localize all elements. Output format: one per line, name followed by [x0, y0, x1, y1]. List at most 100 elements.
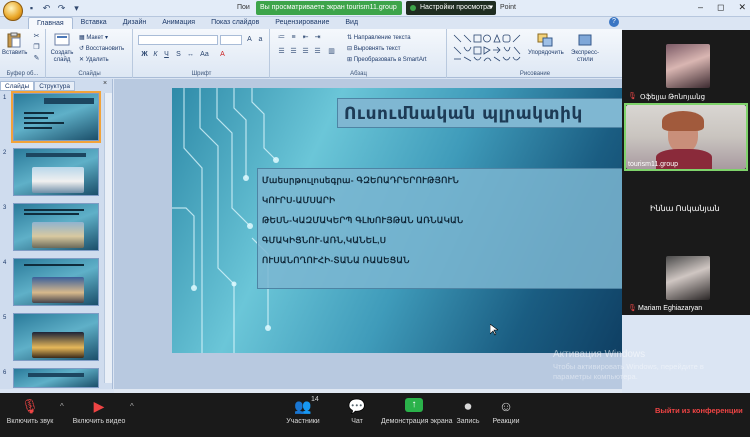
font-color-icon[interactable]: A	[218, 51, 227, 59]
smartart-label: Преобразовать в SmartArt	[353, 57, 427, 63]
slide-editor: Ուսումնական պլրակտիկ Մաեսրթուլոսեգրա- ԳԶ…	[114, 79, 622, 389]
slide-thumbnail-4[interactable]: 4	[0, 258, 113, 310]
italic-icon[interactable]: К	[151, 51, 160, 59]
title-bar: ▪ ↶ ↷ ▾ Пои Point Вы просматриваете экра…	[0, 0, 750, 21]
close-icon[interactable]: ✕	[738, 2, 746, 13]
status-dot-icon	[410, 5, 416, 11]
copy-icon[interactable]: ❐	[32, 44, 41, 52]
justify-icon[interactable]: ☰	[313, 48, 322, 56]
windows-activation-text: Чтобы активировать Windows, перейдите в …	[553, 362, 704, 381]
arrange-button[interactable]: Упорядочить	[528, 32, 564, 57]
align-text-button[interactable]: ⊟ Выровнять текст	[347, 45, 400, 52]
tab-insert[interactable]: Вставка	[73, 17, 115, 29]
align-center-icon[interactable]: ☰	[289, 48, 298, 56]
reactions-icon: ☺	[498, 398, 514, 414]
participant-name: Mariam Eghiazaryan	[638, 305, 703, 312]
unmute-button[interactable]: 🎙 Включить звук	[6, 398, 54, 425]
participants-label: Участники	[286, 418, 320, 425]
columns-icon[interactable]: ▥	[327, 48, 336, 56]
align-left-icon[interactable]: ☰	[277, 48, 286, 56]
tab-outline[interactable]: Структура	[34, 81, 76, 91]
slide-number: 4	[3, 260, 7, 266]
smartart-button[interactable]: ⊞ Преобразовать в SmartArt	[347, 56, 426, 63]
window-controls: – ◻ ✕	[698, 2, 746, 13]
chat-label: Чат	[351, 418, 363, 425]
font-group: A a Ж К Ч S ↔ Аа A Шрифт	[134, 29, 270, 78]
spacing-icon[interactable]: ↔	[186, 51, 195, 59]
mic-off-icon: 🎙	[21, 398, 39, 414]
participant-tile[interactable]: Իննա Ոսկանյան	[624, 173, 748, 243]
slide-thumbnail-6[interactable]: 6	[0, 368, 113, 388]
slide-thumbnail-image	[11, 91, 101, 143]
slide-number: 2	[3, 150, 7, 156]
change-case-icon[interactable]: Аа	[200, 51, 209, 59]
minimize-icon[interactable]: –	[698, 2, 703, 13]
zoom-view-options-button[interactable]: Настройки просмотра ▾	[406, 1, 496, 15]
align-right-icon[interactable]: ☰	[301, 48, 310, 56]
paragraph-group: ≔ ≡ ⇤ ⇥ ☰ ☰ ☰ ☰ ▥ ⇅ Направление текста ⊟…	[271, 29, 447, 78]
format-painter-icon[interactable]: ✎	[32, 55, 41, 63]
slide-canvas[interactable]: Ուսումնական պլրակտիկ Մաեսրթուլոսեգրա- ԳԶ…	[172, 88, 622, 353]
close-icon[interactable]: ×	[103, 80, 107, 87]
tab-slideshow[interactable]: Показ слайдов	[203, 17, 267, 29]
leave-meeting-button[interactable]: Выйти из конференции	[655, 406, 743, 415]
paste-button[interactable]: Вставить	[2, 32, 27, 57]
participant-tile[interactable]: 🎙 Օֆելյա Թոնոյանց	[624, 30, 748, 102]
bullets-icon[interactable]: ≔	[277, 34, 286, 42]
zoom-toolbar: 🎙 Включить звук ^ ▶ Включить видео ^ 👥 У…	[0, 393, 750, 437]
undo-icon[interactable]: ↶	[41, 3, 52, 13]
help-icon[interactable]: ?	[609, 17, 619, 27]
maximize-icon[interactable]: ◻	[717, 2, 724, 13]
font-group-label: Шрифт	[191, 71, 212, 77]
tab-animation[interactable]: Анимация	[154, 17, 203, 29]
reactions-button[interactable]: ☺ Реакции	[490, 398, 522, 425]
font-size-combo[interactable]	[220, 35, 242, 45]
decrease-indent-icon[interactable]: ⇤	[301, 34, 310, 42]
grow-font-icon[interactable]: A	[245, 36, 254, 44]
increase-indent-icon[interactable]: ⇥	[313, 34, 322, 42]
participant-name: Իննա Ոսկանյան	[650, 204, 720, 213]
tab-review[interactable]: Рецензирование	[267, 17, 337, 29]
slide-thumbnail-5[interactable]: 5	[0, 313, 113, 365]
slide-body-placeholder[interactable]: Մաեսրթուլոսեգրա- ԳԶԵՈԱԴՐԵՐՈՒԹՅՈՒՆ ԿՈՒՐՍ-…	[257, 168, 622, 289]
layout-button[interactable]: ▦ Макет ▾	[79, 34, 108, 41]
participant-tile-active-speaker[interactable]: tourism11.group	[624, 103, 748, 171]
text-direction-button[interactable]: ⇅ Направление текста	[347, 34, 411, 41]
underline-icon[interactable]: Ч	[162, 51, 171, 59]
slides-panel-scrollbar[interactable]	[104, 93, 112, 383]
dropdown-icon[interactable]: ▾	[71, 3, 82, 13]
tab-home[interactable]: Главная	[28, 17, 73, 29]
slide-title-placeholder[interactable]: Ուսումնական պլրակտիկ	[337, 98, 622, 128]
reset-button[interactable]: ↺ Восстановить	[79, 45, 124, 52]
shrink-font-icon[interactable]: a	[256, 36, 265, 44]
shapes-gallery-icon[interactable]	[452, 33, 524, 63]
delete-slide-button[interactable]: ✕ Удалить	[79, 56, 109, 63]
chat-button[interactable]: 💬 Чат	[344, 398, 370, 425]
save-icon[interactable]: ▪	[26, 3, 37, 13]
redo-icon[interactable]: ↷	[56, 3, 67, 13]
numbering-icon[interactable]: ≡	[289, 34, 298, 42]
participant-tile[interactable]: 🎙 Mariam Eghiazaryan	[624, 244, 748, 314]
slide-thumbnail-3[interactable]: 3	[0, 203, 113, 255]
font-name-combo[interactable]	[138, 35, 218, 45]
participants-icon: 👥	[294, 398, 312, 414]
tab-view[interactable]: Вид	[337, 17, 366, 29]
quick-styles-button[interactable]: Экспресс-стили	[566, 32, 604, 64]
tab-design[interactable]: Дизайн	[115, 17, 155, 29]
share-screen-button[interactable]: ↑ Демонстрация экрана	[381, 398, 453, 425]
tab-slides[interactable]: Слайды	[0, 81, 35, 91]
new-slide-button[interactable]: Создать слайд	[50, 32, 74, 64]
audio-options-caret[interactable]: ^	[60, 402, 64, 411]
strikethrough-icon[interactable]: S	[174, 51, 183, 59]
cut-icon[interactable]: ✂	[32, 33, 41, 41]
office-button[interactable]	[3, 1, 23, 21]
video-options-caret[interactable]: ^	[130, 402, 134, 411]
record-button[interactable]: ⏺ Запись	[456, 398, 480, 425]
quick-styles-icon	[578, 34, 592, 46]
bold-icon[interactable]: Ж	[140, 51, 149, 59]
slide-thumbnail-1[interactable]: 1	[0, 91, 113, 145]
start-video-button[interactable]: ▶ Включить видео	[72, 398, 126, 425]
slide-thumbnail-2[interactable]: 2	[0, 148, 113, 200]
zoom-viewing-banner: Вы просматриваете экран tourism11.group	[256, 1, 402, 15]
clipboard-group-label: Буфер об...	[6, 71, 39, 77]
